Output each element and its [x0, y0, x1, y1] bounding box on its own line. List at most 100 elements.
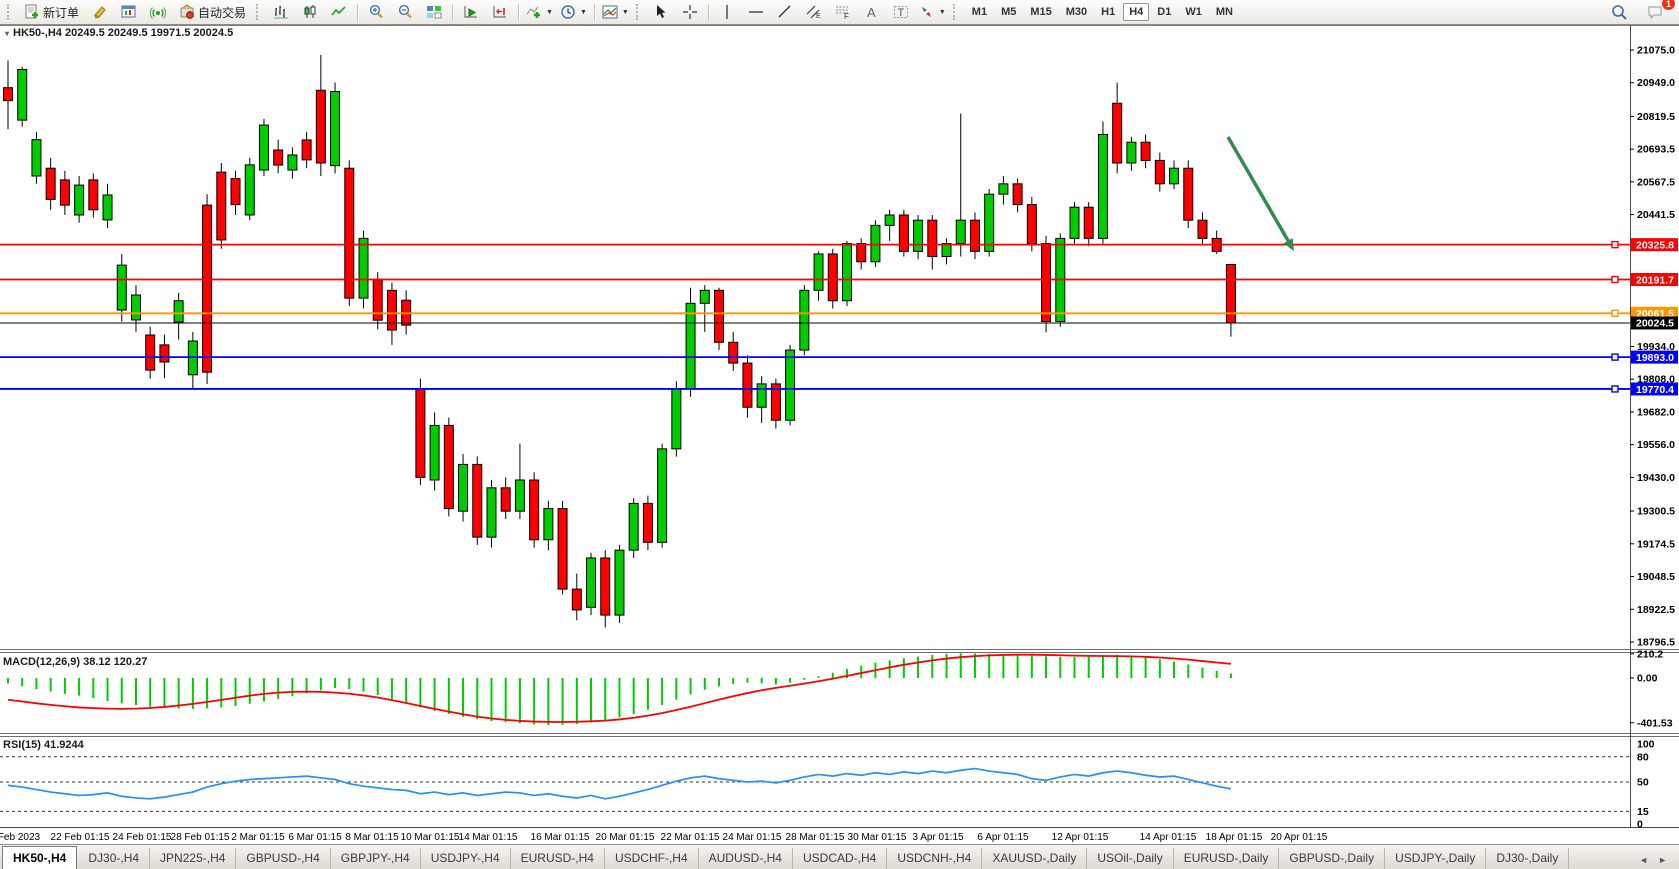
text-label-icon: T [893, 4, 909, 20]
chat-bubble-icon [1647, 4, 1664, 20]
price-tick: 19174.5 [1637, 538, 1675, 550]
price-tick: 19300.5 [1637, 506, 1675, 518]
timeframe-m5[interactable]: M5 [995, 3, 1022, 21]
time-tick: 20 Apr 01:15 [1271, 832, 1328, 843]
rsi-label: RSI(15) 41.9244 [3, 739, 85, 751]
dropdown-caret: ▼ [580, 9, 587, 16]
chart-tab[interactable]: HK50-,H4 [2, 846, 77, 869]
chart-tab[interactable]: USDCHF-,H4 [605, 848, 699, 869]
search-icon [1611, 4, 1628, 21]
toolbar-separator [357, 4, 358, 21]
zoom-out-button[interactable] [391, 1, 419, 23]
chart-tab[interactable]: USDCAD-,H4 [793, 848, 887, 869]
price-tick: 19048.5 [1637, 571, 1675, 583]
chart-canvas[interactable]: 21075.020949.020819.520693.520567.520441… [0, 25, 1679, 845]
new-order-label: 新订单 [43, 4, 79, 21]
search-button[interactable] [1605, 1, 1633, 23]
indicators-button[interactable]: ▼ [523, 1, 556, 23]
price-tick: 21075.0 [1637, 45, 1675, 57]
trendline-button[interactable] [771, 1, 799, 23]
tab-scroll-left-icon[interactable]: ◄ [1639, 855, 1648, 865]
chart-tab[interactable]: EURUSD-,Daily [1174, 848, 1280, 869]
chart-tab[interactable]: USDJPY-,Daily [1385, 848, 1486, 869]
chart-tab[interactable]: GBPUSD-,Daily [1279, 848, 1385, 869]
cursor-button[interactable] [647, 1, 675, 23]
dropdown-caret: ▼ [546, 9, 553, 16]
toolbar-separator [594, 4, 595, 21]
autotrading-button[interactable]: 自动交易 [173, 1, 252, 23]
text-label-button[interactable]: T [887, 1, 915, 23]
chart-tab[interactable]: EURUSD-,H4 [511, 848, 605, 869]
timeframe-h4[interactable]: H4 [1123, 3, 1149, 21]
time-tick: 12 Apr 01:15 [1052, 832, 1109, 843]
level-price-tag: 20024.5 [1636, 318, 1674, 330]
crosshair-button[interactable] [676, 1, 704, 23]
timeframe-mn[interactable]: MN [1210, 3, 1239, 21]
chart-shift-button[interactable] [486, 1, 514, 23]
horizontal-line-button[interactable] [742, 1, 770, 23]
fibonacci-button[interactable]: F [829, 1, 857, 23]
rsi-tick: 100 [1637, 739, 1655, 751]
time-tick: 3 Apr 01:15 [912, 832, 964, 843]
time-tick: 22 Mar 01:15 [661, 832, 720, 843]
text-a-icon: A [864, 4, 880, 20]
chart-tab[interactable]: JPN225-,H4 [150, 848, 236, 869]
level-price-tag: 20325.8 [1636, 239, 1674, 251]
timeframe-m1[interactable]: M1 [966, 3, 993, 21]
line-chart-button[interactable] [325, 1, 353, 23]
time-tick: 22 Feb 01:15 [51, 832, 110, 843]
notifications-button[interactable]: 1 [1641, 1, 1669, 23]
fibonacci-icon: F [835, 4, 851, 20]
time-tick: 28 Feb 01:15 [171, 832, 230, 843]
zoom-in-button[interactable] [362, 1, 390, 23]
timeframe-w1[interactable]: W1 [1179, 3, 1208, 21]
tab-scroll-nav: ◄ ► [1639, 855, 1679, 869]
chart-tab[interactable]: AUDUSD-,H4 [699, 848, 793, 869]
chart-tab[interactable]: USDJPY-,H4 [421, 848, 511, 869]
text-button[interactable]: A [858, 1, 886, 23]
macd-tick: 210.2 [1637, 648, 1663, 660]
new-order-button[interactable]: 新订单 [18, 1, 85, 23]
timeframe-h1[interactable]: H1 [1095, 3, 1121, 21]
bar-chart-button[interactable] [267, 1, 295, 23]
price-tick: 20567.5 [1637, 176, 1675, 188]
chart-tab[interactable]: DJ30-,Daily [1486, 848, 1569, 869]
time-tick: 8 Mar 01:15 [345, 832, 399, 843]
timeframe-m15[interactable]: M15 [1024, 3, 1057, 21]
auto-scroll-button[interactable] [457, 1, 485, 23]
horizontal-line-icon [748, 4, 764, 20]
timeframe-m30[interactable]: M30 [1060, 3, 1093, 21]
channel-button[interactable]: E [800, 1, 828, 23]
timeframe-d1[interactable]: D1 [1151, 3, 1177, 21]
chart-tab[interactable]: USOil-,Daily [1087, 848, 1173, 869]
periods-button[interactable]: ▼ [557, 1, 590, 23]
styler-button[interactable] [86, 1, 114, 23]
channel-icon: E [806, 4, 822, 20]
chart-tab[interactable]: USDCNH-,H4 [887, 848, 982, 869]
arrows-button[interactable]: ▼ [916, 1, 949, 23]
price-tick: 19682.0 [1637, 406, 1675, 418]
time-tick: 28 Mar 01:15 [786, 832, 845, 843]
rsi-tick: 50 [1637, 777, 1649, 789]
macd-tick: 0.00 [1637, 673, 1658, 685]
macd-layer: 210.20.00-401.53 [8, 648, 1673, 729]
tile-windows-button[interactable] [420, 1, 448, 23]
tab-scroll-right-icon[interactable]: ► [1658, 855, 1667, 865]
candlestick-button[interactable] [296, 1, 324, 23]
time-tick: 6 Mar 01:15 [288, 832, 342, 843]
time-tick: 2 Mar 01:15 [231, 832, 285, 843]
templates-button[interactable]: ▼ [599, 1, 632, 23]
chart-tab[interactable]: XAUUSD-,Daily [982, 848, 1087, 869]
rsi-tick: 0 [1637, 819, 1643, 831]
svg-text:F: F [844, 12, 849, 20]
time-tick: 6 Apr 01:15 [977, 832, 1029, 843]
signal-button[interactable] [144, 1, 172, 23]
time-tick: 24 Mar 01:15 [723, 832, 782, 843]
chart-tab[interactable]: GBPUSD-,H4 [236, 848, 330, 869]
vertical-line-button[interactable] [713, 1, 741, 23]
time-tick: 10 Mar 01:15 [401, 832, 460, 843]
vertical-line-icon [719, 4, 735, 20]
chart-tab[interactable]: GBPJPY-,H4 [331, 848, 421, 869]
chart-window-button[interactable] [115, 1, 143, 23]
chart-tab[interactable]: DJ30-,H4 [78, 848, 150, 869]
